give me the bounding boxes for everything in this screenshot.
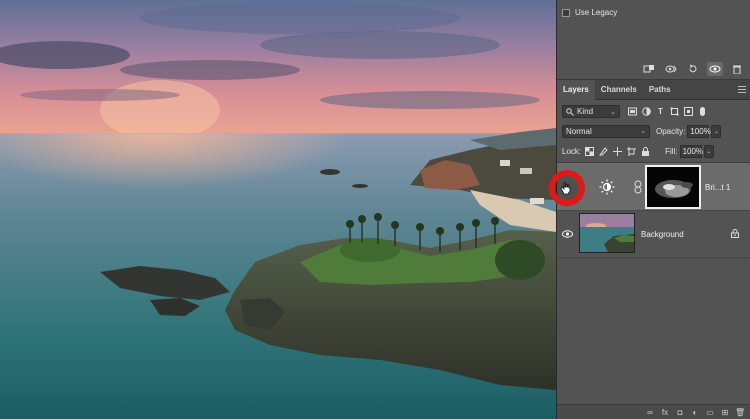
add-mask-icon[interactable]: ◘ — [675, 408, 685, 417]
layer-name[interactable]: Bri...t 1 — [705, 183, 730, 192]
brightness-contrast-icon — [599, 179, 615, 195]
lock-image-icon[interactable] — [599, 146, 608, 156]
lock-artboard-icon[interactable] — [627, 146, 637, 156]
new-group-icon[interactable]: ▭ — [705, 408, 715, 417]
mask-link-icon[interactable] — [633, 180, 643, 194]
right-panel: Use Legacy Layers Channels Paths Kind ⌄ — [556, 0, 750, 419]
layer-filter-row: Kind ⌄ T — [557, 104, 750, 119]
chevron-down-icon: ⌄ — [610, 108, 616, 116]
lock-position-icon[interactable] — [613, 146, 623, 156]
kind-filter-label: Kind — [577, 107, 594, 116]
panel-menu-icon[interactable] — [738, 86, 746, 93]
lock-transparent-icon[interactable] — [585, 146, 595, 156]
layer-thumbnail[interactable] — [579, 213, 635, 253]
lock-label: Lock: — [562, 146, 582, 156]
tab-channels[interactable]: Channels — [595, 80, 643, 100]
trash-icon[interactable] — [729, 62, 745, 76]
type-filter-icon[interactable]: T — [656, 107, 665, 116]
layers-list: Bri...t 1 Background — [557, 162, 750, 402]
adjustment-filter-icon[interactable] — [642, 107, 651, 116]
smart-object-filter-icon[interactable] — [684, 107, 693, 116]
eye-icon — [561, 230, 573, 238]
fx-icon[interactable]: fx — [660, 408, 670, 417]
use-legacy-option[interactable]: Use Legacy — [562, 8, 617, 17]
layers-footer: ∞ fx ◘ ◐ ▭ ⊞ 🗑 — [557, 404, 750, 419]
lock-row: Lock: Fill: 100% ⌄ — [557, 144, 750, 158]
lock-all-icon[interactable] — [641, 146, 650, 156]
pixel-filter-icon[interactable] — [628, 107, 637, 116]
search-icon — [566, 107, 574, 116]
fill-label: Fill: — [665, 146, 678, 156]
layer-mask-thumbnail[interactable] — [645, 165, 701, 209]
blend-mode-select[interactable]: Normal ⌄ — [562, 124, 650, 138]
opacity-field[interactable]: 100% — [687, 124, 711, 138]
fill-dropdown-button[interactable]: ⌄ — [703, 144, 714, 158]
hand-cursor-icon — [560, 181, 571, 195]
layer-row-background[interactable]: Background — [557, 211, 750, 258]
visibility-icon[interactable] — [707, 61, 723, 76]
delete-layer-icon[interactable]: 🗑 — [735, 408, 745, 417]
view-previous-icon[interactable] — [663, 62, 679, 76]
document-canvas[interactable] — [0, 0, 556, 419]
clip-to-layer-icon[interactable] — [641, 62, 657, 76]
layer-row-brightness[interactable]: Bri...t 1 — [557, 163, 750, 211]
filter-toggle-icon[interactable] — [700, 107, 705, 116]
opacity-dropdown-button[interactable]: ⌄ — [711, 124, 722, 138]
new-layer-icon[interactable]: ⊞ — [720, 408, 730, 417]
tab-layers[interactable]: Layers — [557, 80, 595, 100]
new-adjustment-icon[interactable]: ◐ — [690, 408, 700, 417]
visibility-toggle[interactable] — [557, 211, 577, 258]
blend-mode-value: Normal — [566, 126, 592, 136]
opacity-label: Opacity: — [656, 126, 686, 136]
layers-tab-bar: Layers Channels Paths — [557, 80, 750, 100]
use-legacy-label: Use Legacy — [575, 8, 618, 17]
tab-paths[interactable]: Paths — [643, 80, 677, 100]
shape-filter-icon[interactable] — [670, 107, 679, 116]
lock-icon — [731, 229, 739, 238]
link-layers-icon[interactable]: ∞ — [645, 408, 655, 417]
blend-mode-row: Normal ⌄ Opacity: 100% ⌄ — [557, 124, 750, 138]
use-legacy-checkbox[interactable] — [562, 8, 570, 17]
chevron-down-icon: ⌄ — [640, 128, 646, 135]
reset-icon[interactable] — [685, 62, 701, 76]
layer-name[interactable]: Background — [641, 230, 684, 239]
coastline-photo — [0, 0, 556, 419]
properties-toolbar — [557, 58, 750, 80]
properties-panel: Use Legacy — [557, 0, 750, 58]
kind-filter-select[interactable]: Kind ⌄ — [562, 105, 620, 118]
fill-field[interactable]: 100% — [679, 144, 703, 158]
